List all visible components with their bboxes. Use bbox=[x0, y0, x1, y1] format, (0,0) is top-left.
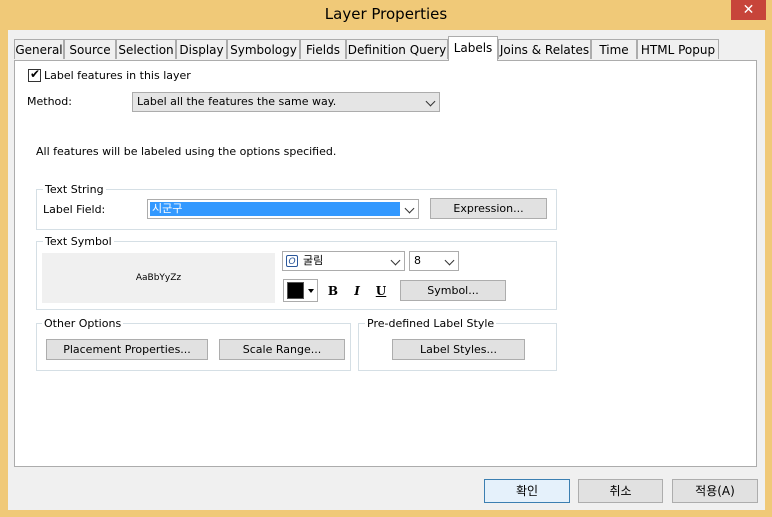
text-symbol-title: Text Symbol bbox=[43, 235, 114, 248]
font-dropdown[interactable]: O 굴림 bbox=[282, 251, 405, 271]
predefined-label-style-title: Pre-defined Label Style bbox=[365, 317, 497, 330]
window-title: Layer Properties bbox=[324, 5, 448, 23]
expression-button[interactable]: Expression... bbox=[430, 198, 547, 219]
tab-display[interactable]: Display bbox=[176, 39, 227, 59]
opentype-font-icon: O bbox=[286, 255, 298, 267]
tab-general[interactable]: General bbox=[14, 39, 64, 59]
italic-button[interactable]: I bbox=[346, 281, 368, 301]
color-picker[interactable] bbox=[283, 279, 318, 302]
label-features-label: Label features in this layer bbox=[44, 69, 191, 82]
tab-html-popup[interactable]: HTML Popup bbox=[637, 39, 719, 59]
checkmark-icon: ✔ bbox=[30, 67, 41, 81]
tab-symbology[interactable]: Symbology bbox=[227, 39, 300, 59]
apply-button[interactable]: 적용(A) bbox=[672, 479, 758, 503]
chevron-down-icon bbox=[444, 255, 455, 266]
info-text: All features will be labeled using the o… bbox=[36, 145, 337, 158]
bold-button[interactable]: B bbox=[322, 281, 344, 301]
label-field-dropdown[interactable]: 시군구 bbox=[147, 199, 419, 219]
tab-labels[interactable]: Labels bbox=[448, 36, 498, 61]
cancel-button[interactable]: 취소 bbox=[578, 479, 663, 503]
method-label: Method: bbox=[27, 95, 72, 108]
dropdown-arrow-icon bbox=[308, 289, 314, 293]
placement-properties-button[interactable]: Placement Properties... bbox=[46, 339, 208, 360]
label-styles-button[interactable]: Label Styles... bbox=[392, 339, 525, 360]
underline-button[interactable]: U bbox=[370, 281, 392, 301]
tab-fields[interactable]: Fields bbox=[300, 39, 346, 59]
close-button[interactable]: ✕ bbox=[731, 0, 766, 20]
label-field-selection bbox=[150, 202, 400, 216]
label-field-label: Label Field: bbox=[43, 203, 106, 216]
color-swatch bbox=[287, 282, 304, 299]
text-string-title: Text String bbox=[43, 183, 106, 196]
method-dropdown[interactable]: Label all the features the same way. bbox=[132, 92, 440, 112]
tab-time[interactable]: Time bbox=[591, 39, 637, 59]
label-field-value: 시군구 bbox=[152, 202, 183, 215]
chevron-down-icon bbox=[390, 255, 401, 266]
tab-joins-relates[interactable]: Joins & Relates bbox=[498, 39, 591, 59]
chevron-down-icon bbox=[425, 96, 436, 107]
scale-range-button[interactable]: Scale Range... bbox=[219, 339, 345, 360]
method-dropdown-value: Label all the features the same way. bbox=[137, 95, 337, 108]
font-size-dropdown[interactable]: 8 bbox=[409, 251, 459, 271]
chevron-down-icon bbox=[404, 203, 415, 214]
symbol-preview-text: AaBbYyZz bbox=[135, 273, 182, 283]
label-features-checkbox[interactable]: ✔ bbox=[28, 67, 41, 82]
symbol-preview: AaBbYyZz bbox=[42, 253, 275, 303]
font-size-value: 8 bbox=[414, 254, 421, 267]
other-options-title: Other Options bbox=[42, 317, 124, 330]
tab-definition-query[interactable]: Definition Query bbox=[346, 39, 448, 59]
ok-button[interactable]: 확인 bbox=[484, 479, 570, 503]
tab-source[interactable]: Source bbox=[64, 39, 116, 59]
symbol-button[interactable]: Symbol... bbox=[400, 280, 506, 301]
tab-selection[interactable]: Selection bbox=[116, 39, 176, 59]
font-value: 굴림 bbox=[303, 254, 324, 267]
